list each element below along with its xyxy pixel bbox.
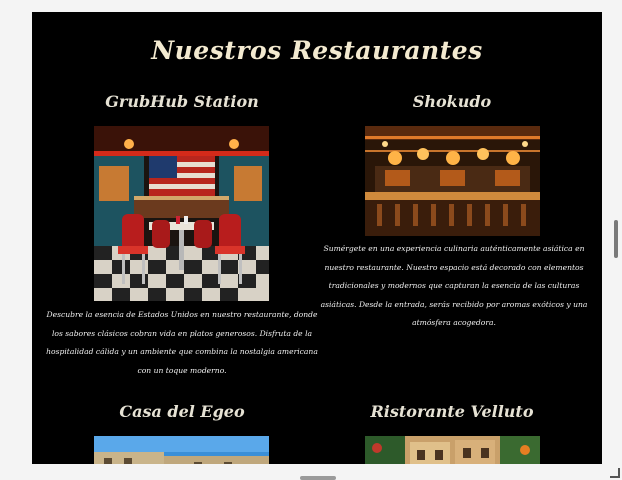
greek-restaurant-image bbox=[94, 436, 269, 464]
restaurant-description-grubhub: Descubre la esencia de Estados Unidos en… bbox=[40, 306, 324, 380]
restaurant-name-grubhub: GrubHub Station bbox=[105, 92, 259, 111]
description-line: Descubre la esencia de Estados Unidos en… bbox=[46, 310, 318, 319]
restaurant-description-shokudo: Sumérgete en una experiencia culinaria a… bbox=[312, 240, 596, 333]
description-line: con un toque moderno. bbox=[137, 365, 227, 375]
description-line: Sumérgete en una experiencia culinaria a… bbox=[323, 244, 585, 253]
asian-restaurant-image bbox=[365, 126, 540, 236]
resize-corner-icon[interactable] bbox=[610, 468, 620, 478]
description-line: tradicionales y modernos que capturan la… bbox=[328, 281, 580, 290]
italian-restaurant-image bbox=[365, 436, 540, 464]
diner-image bbox=[94, 126, 269, 301]
description-line: nuestro restaurante. Nuestro espacio est… bbox=[324, 262, 584, 272]
description-line: atmósfera acogedora. bbox=[412, 318, 496, 327]
restaurant-name-shokudo: Shokudo bbox=[412, 92, 492, 111]
description-line: asiáticas. Desde la entrada, serás recib… bbox=[320, 299, 588, 309]
restaurant-name-casa-del-egeo: Casa del Egeo bbox=[119, 402, 245, 421]
restaurant-name-ristorante-velluto: Ristorante Velluto bbox=[370, 402, 534, 421]
section-title: Nuestros Restaurantes bbox=[151, 36, 483, 65]
description-line: los sabores clásicos cobran vida en plat… bbox=[51, 328, 313, 338]
description-line: hospitalidad cálida y un ambiente que co… bbox=[46, 347, 318, 356]
bottom-scroll-handle[interactable] bbox=[300, 476, 336, 480]
scrollbar-thumb[interactable] bbox=[614, 220, 618, 258]
restaurants-section: Nuestros Restaurantes GrubHub Station De… bbox=[32, 12, 602, 464]
